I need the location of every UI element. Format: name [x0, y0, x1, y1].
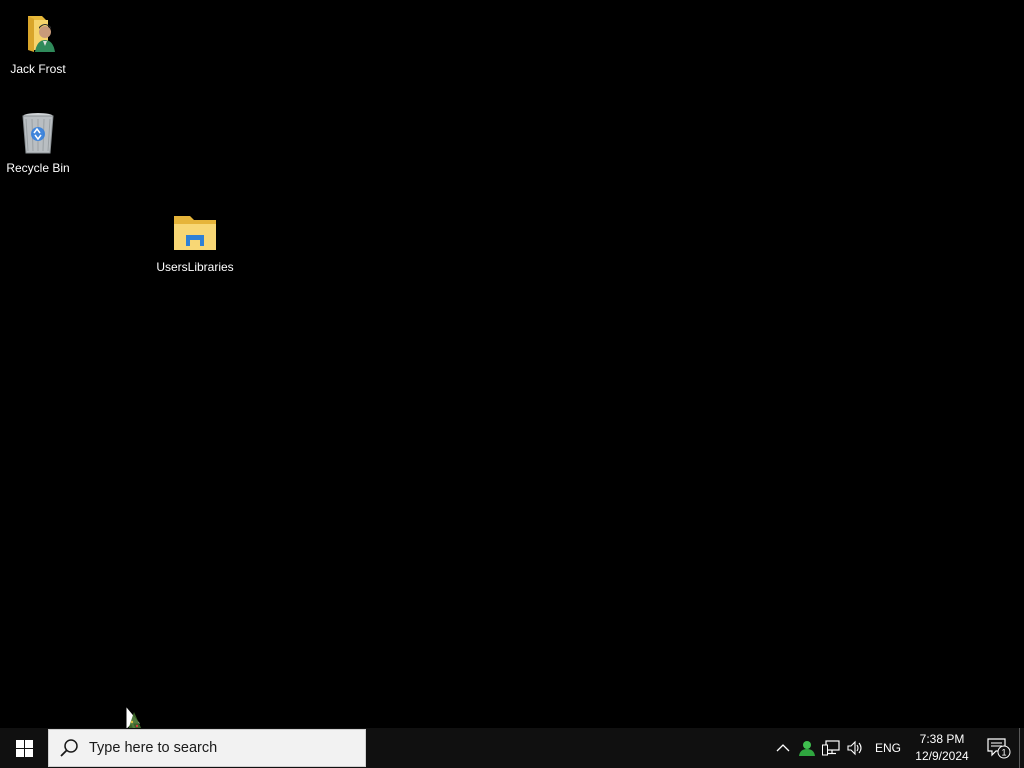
tray-network-button[interactable]: [819, 728, 843, 768]
desktop[interactable]: Jack Frost Recycle Bin UsersLibraries: [0, 0, 1024, 735]
show-desktop-button[interactable]: [1019, 728, 1024, 768]
desktop-icon-label: Recycle Bin: [6, 161, 70, 175]
desktop-icon-label: UsersLibraries: [156, 260, 234, 274]
clock[interactable]: 7:38 PM 12/9/2024: [905, 728, 979, 768]
desktop-icon-jack-frost[interactable]: Jack Frost: [0, 6, 76, 90]
notification-icon: 1: [987, 738, 1011, 759]
tray-people-button[interactable]: [795, 728, 819, 768]
chevron-up-icon: [776, 744, 790, 752]
speaker-icon: [847, 740, 862, 756]
taskbar: Type here to search ENG 7:38 PM 12/9/202…: [0, 728, 1024, 768]
desktop-icon-recycle-bin[interactable]: Recycle Bin: [0, 105, 76, 189]
search-placeholder[interactable]: Type here to search: [89, 740, 217, 756]
desktop-icon-userslibraries[interactable]: UsersLibraries: [156, 204, 234, 288]
desktop-icon-label: Jack Frost: [10, 62, 66, 76]
network-icon: [822, 740, 840, 756]
action-center-button[interactable]: 1: [979, 728, 1019, 768]
windows-logo-icon: [15, 739, 33, 757]
file-explorer-folder-icon: [174, 216, 216, 250]
recycle-bin-icon: [22, 113, 54, 154]
start-button[interactable]: [0, 728, 48, 768]
search-icon: [60, 739, 78, 757]
search-box[interactable]: Type here to search: [48, 729, 366, 767]
clock-time: 7:38 PM: [919, 732, 965, 746]
language-indicator[interactable]: ENG: [871, 728, 905, 768]
people-icon: [799, 741, 815, 756]
clock-date: 12/9/2024: [915, 749, 969, 763]
notification-count: 1: [1001, 748, 1006, 758]
tray-overflow-button[interactable]: [771, 728, 795, 768]
user-folder-icon: [28, 16, 55, 52]
tray-volume-button[interactable]: [843, 728, 867, 768]
